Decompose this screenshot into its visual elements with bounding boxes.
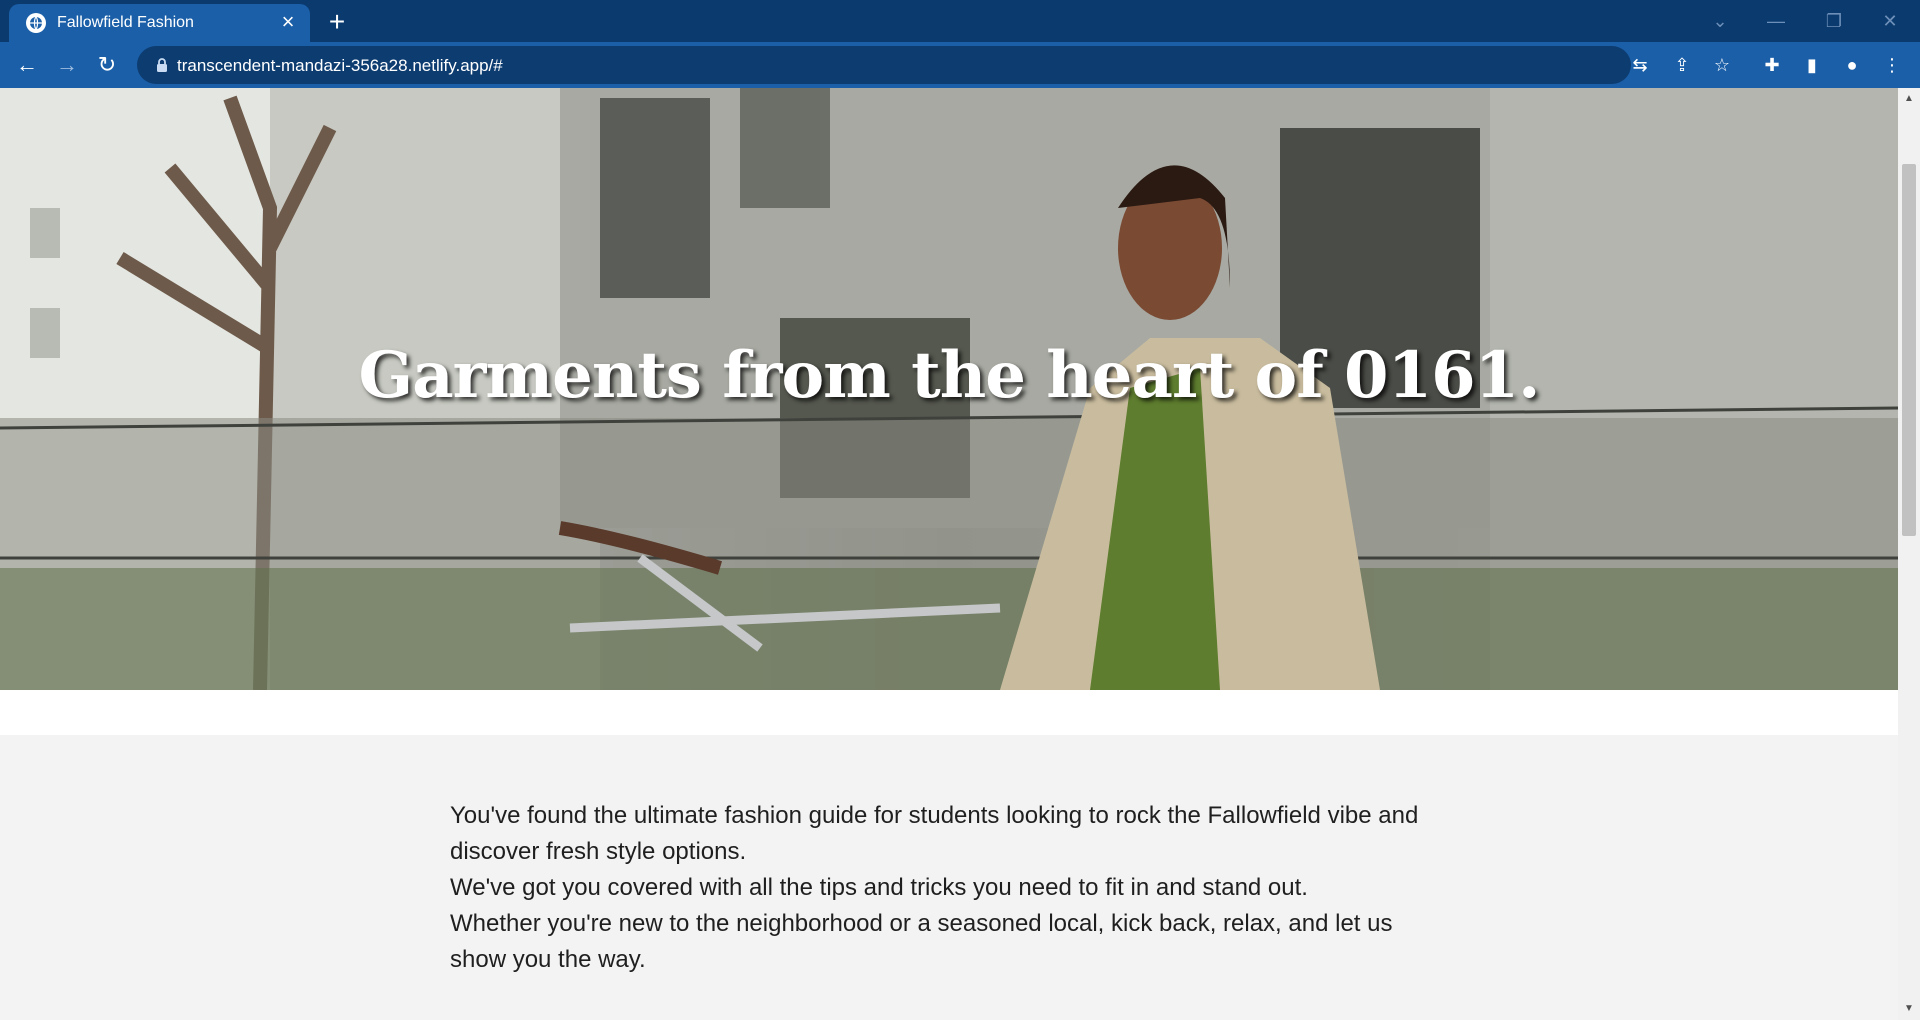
back-button[interactable]: ← (11, 49, 43, 81)
bookmark-star-icon[interactable]: ☆ (1710, 53, 1734, 77)
intro-text: You've found the ultimate fashion guide … (450, 798, 1450, 978)
translate-page-icon[interactable]: ⇆ (1628, 53, 1652, 77)
page-scrollbar[interactable]: ▲ ▼ (1898, 88, 1920, 1020)
tab-title: Fallowfield Fashion (57, 14, 194, 31)
profile-avatar-icon[interactable]: ● (1840, 53, 1864, 77)
restore-button[interactable]: ❐ (1814, 4, 1854, 38)
tab-search-icon[interactable]: ⌄ (1700, 4, 1740, 38)
intro-paragraph: We've got you covered with all the tips … (450, 874, 1308, 901)
close-window-button[interactable]: ✕ (1870, 4, 1910, 38)
intro-paragraph: You've found the ultimate fashion guide … (450, 802, 1419, 865)
hero-title: Garments from the heart of 0161. (358, 338, 1541, 413)
scroll-down-arrow[interactable]: ▼ (1898, 1000, 1920, 1018)
side-panel-icon[interactable]: ▮ (1800, 53, 1824, 77)
minimize-button[interactable]: — (1756, 4, 1796, 38)
new-tab-button[interactable]: + (322, 8, 352, 38)
browser-toolbar: ← → ↻ transcendent-mandazi-356a28.netlif… (0, 42, 1920, 88)
tab-close-icon[interactable]: × (276, 11, 300, 35)
tab-fallowfield-fashion[interactable]: Fallowfield Fashion × (9, 4, 310, 42)
forward-button[interactable]: → (51, 49, 83, 81)
address-bar[interactable]: transcendent-mandazi-356a28.netlify.app/… (137, 46, 1648, 84)
scroll-up-arrow[interactable]: ▲ (1898, 90, 1920, 108)
lock-icon[interactable] (154, 57, 170, 73)
reload-button[interactable]: ↻ (91, 49, 123, 81)
section-divider (0, 690, 1898, 735)
page-viewport: Garments from the heart of 0161. You've … (0, 88, 1898, 1020)
url-text[interactable]: transcendent-mandazi-356a28.netlify.app/… (177, 56, 503, 76)
browser-menu-icon[interactable]: ⋮ (1880, 53, 1904, 77)
globe-icon (26, 13, 46, 33)
intro-paragraph: Whether you're new to the neighborhood o… (450, 910, 1393, 973)
hero-banner: Garments from the heart of 0161. (0, 88, 1898, 690)
tab-strip: Fallowfield Fashion × + ⌄ — ❐ ✕ (0, 0, 1920, 42)
share-icon[interactable]: ⇪ (1670, 53, 1694, 77)
scroll-thumb[interactable] (1902, 164, 1916, 536)
extensions-icon[interactable]: ✚ (1760, 53, 1784, 77)
